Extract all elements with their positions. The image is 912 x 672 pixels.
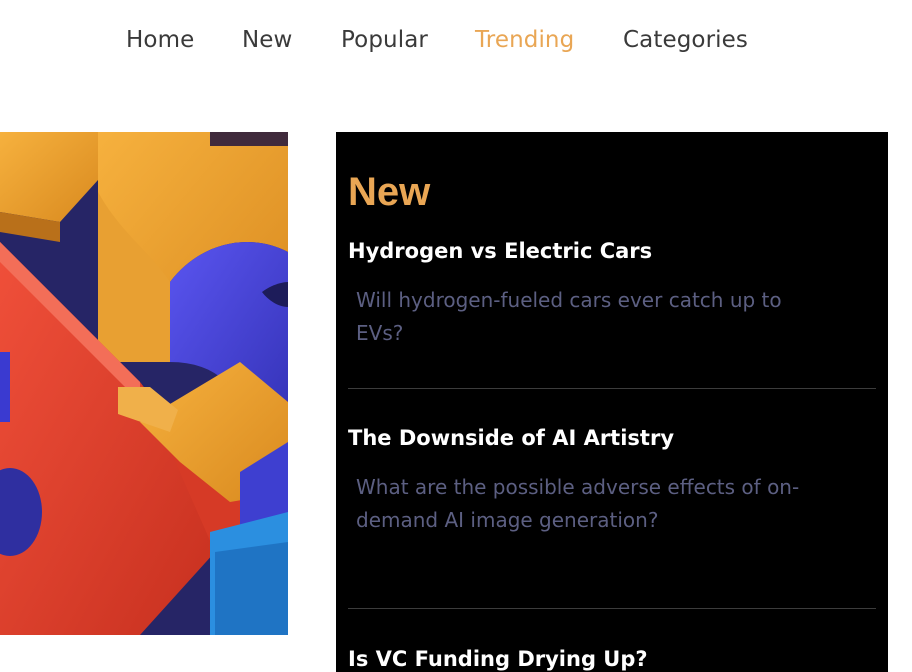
nav-link-home[interactable]: Home xyxy=(126,27,194,53)
article-divider xyxy=(348,388,876,389)
article-description: What are the possible adverse effects of… xyxy=(356,475,800,532)
main-navigation: Home New Popular Trending Categories xyxy=(0,0,912,84)
nav-link-categories[interactable]: Categories xyxy=(623,27,748,53)
nav-link-trending[interactable]: Trending xyxy=(475,27,574,53)
article-title[interactable]: Is VC Funding Drying Up? xyxy=(348,644,648,672)
article-title[interactable]: The Downside of AI Artistry xyxy=(348,423,674,453)
new-articles-panel: New Hydrogen vs Electric Cars Will hydro… xyxy=(336,132,888,672)
article-description: Will hydrogen-fueled cars ever catch up … xyxy=(356,288,782,345)
article-title[interactable]: Hydrogen vs Electric Cars xyxy=(348,236,652,266)
colorful-blocks-illustration xyxy=(0,132,288,635)
hero-image xyxy=(0,132,288,635)
article-divider xyxy=(348,608,876,609)
panel-title: New xyxy=(348,170,431,214)
nav-link-new[interactable]: New xyxy=(242,27,292,53)
nav-link-popular[interactable]: Popular xyxy=(341,27,428,53)
